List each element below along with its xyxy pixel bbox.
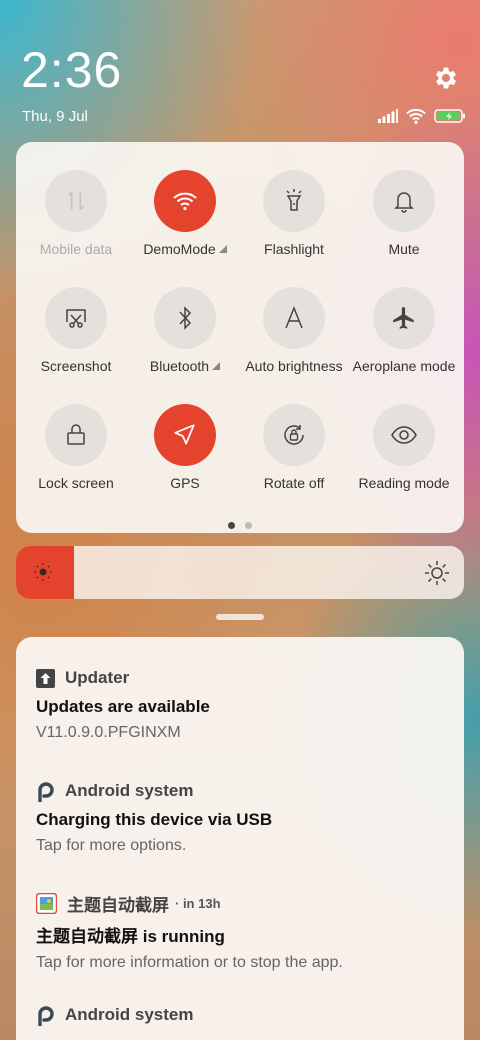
tile-label: DemoMode	[143, 241, 216, 257]
tile-screenshot[interactable]: Screenshot	[21, 287, 131, 374]
tile-auto-brightness[interactable]: Auto brightness	[239, 287, 349, 374]
tile-label: Aeroplane mode	[352, 358, 456, 374]
page-indicator	[16, 522, 464, 529]
tile-label: Reading mode	[358, 475, 450, 491]
signal-icon	[378, 109, 398, 123]
tile-label: Flashlight	[264, 241, 324, 257]
notification-card[interactable]: Android system Charging this device via …	[36, 779, 456, 855]
quick-settings-panel: Mobile data DemoMode Flashlight Mute Scr…	[16, 142, 464, 533]
status-bar: 2:36 Thu, 9 Jul	[0, 0, 480, 140]
notification-time: · in 13h	[175, 895, 221, 911]
wifi-icon	[154, 170, 216, 232]
brightness-slider[interactable]	[16, 546, 464, 599]
clock[interactable]: 2:36	[21, 42, 122, 98]
location-icon	[154, 404, 216, 466]
tile-mobile-data[interactable]: Mobile data	[21, 170, 131, 257]
tile-demomode[interactable]: DemoMode	[130, 170, 240, 257]
drag-handle[interactable]	[216, 614, 264, 620]
mobile-data-icon	[45, 170, 107, 232]
bluetooth-icon	[154, 287, 216, 349]
airplane-icon	[373, 287, 435, 349]
updater-icon	[36, 668, 55, 688]
notification-body: Tap for more options.	[36, 837, 187, 854]
tile-lock-screen[interactable]: Lock screen	[21, 404, 131, 491]
eye-icon	[373, 404, 435, 466]
date[interactable]: Thu, 9 Jul	[22, 108, 88, 125]
tile-label: Lock screen	[38, 475, 114, 491]
tile-gps[interactable]: GPS	[130, 404, 240, 491]
screenshot-icon	[45, 287, 107, 349]
tile-label: Mobile data	[39, 241, 113, 257]
notification-body: V11.0.9.0.PFGINXM	[36, 724, 181, 741]
tile-label: GPS	[170, 475, 200, 491]
notification-card[interactable]: Updater Updates are available V11.0.9.0.…	[36, 666, 456, 742]
notification-panel: Updater Updates are available V11.0.9.0.…	[16, 637, 464, 1040]
tile-label: Bluetooth	[149, 358, 210, 374]
page-dot[interactable]	[245, 522, 252, 529]
tile-mute[interactable]: Mute	[349, 170, 459, 257]
auto-brightness-icon	[263, 287, 325, 349]
bell-icon	[373, 170, 435, 232]
expand-arrow-icon[interactable]	[218, 245, 227, 253]
app-name: 主题自动截屏	[67, 895, 169, 915]
tile-label: Screenshot	[40, 358, 112, 374]
android-system-icon	[38, 1005, 54, 1026]
notification-title: Updates are available	[36, 697, 210, 716]
app-name: Updater	[65, 668, 130, 687]
theme-screenshot-app-icon	[36, 892, 57, 914]
app-name: Android system	[65, 1005, 194, 1024]
notification-title: Charging this device via USB	[36, 810, 273, 829]
android-system-icon	[38, 781, 54, 802]
tile-aeroplane-mode[interactable]: Aeroplane mode	[349, 287, 459, 374]
tile-reading-mode[interactable]: Reading mode	[349, 404, 459, 491]
wifi-icon	[406, 108, 426, 124]
brightness-high-icon	[425, 561, 449, 585]
tile-rotate-off[interactable]: Rotate off	[239, 404, 349, 491]
expand-arrow-icon[interactable]	[212, 362, 221, 370]
flashlight-icon	[263, 170, 325, 232]
lock-icon	[45, 404, 107, 466]
notification-card[interactable]: Android system	[36, 1003, 456, 1027]
tile-label: Mute	[388, 241, 420, 257]
brightness-low-icon	[34, 563, 52, 581]
battery-charging-icon	[434, 109, 465, 123]
page-dot[interactable]	[228, 522, 235, 529]
tile-label: Auto brightness	[245, 358, 343, 374]
tile-label: Rotate off	[263, 475, 325, 491]
settings-gear-icon[interactable]	[432, 64, 460, 92]
app-name: Android system	[65, 781, 194, 800]
tile-bluetooth[interactable]: Bluetooth	[130, 287, 240, 374]
notification-body: Tap for more information or to stop the …	[36, 954, 343, 971]
notification-card[interactable]: 主题自动截屏 · in 13h 主题自动截屏 is running Tap fo…	[36, 891, 456, 972]
tile-flashlight[interactable]: Flashlight	[239, 170, 349, 257]
notification-title: 主题自动截屏 is running	[36, 927, 225, 946]
rotate-lock-icon	[263, 404, 325, 466]
